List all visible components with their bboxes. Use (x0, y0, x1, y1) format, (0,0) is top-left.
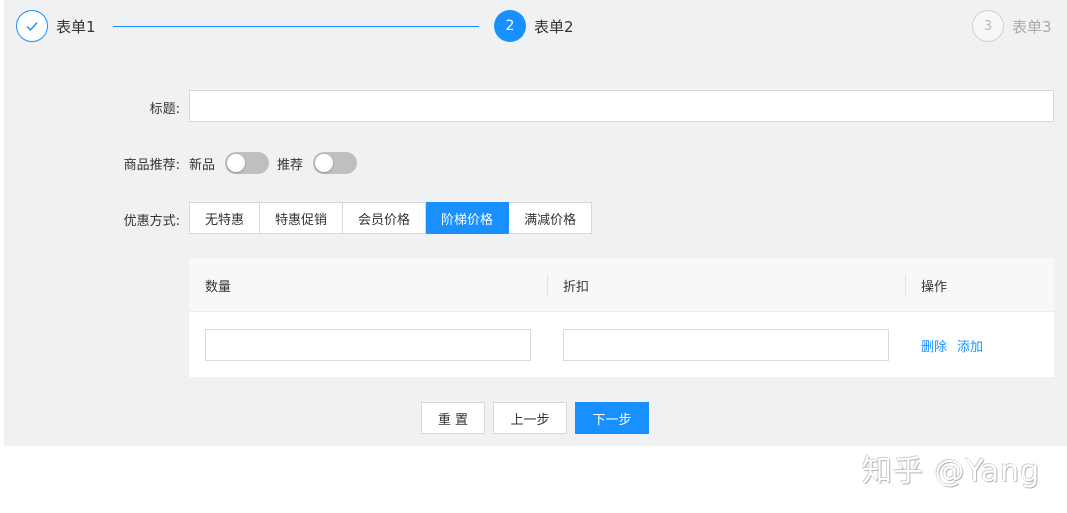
reset-button[interactable]: 重 置 (421, 402, 485, 434)
step-2-number: 2 (494, 10, 526, 42)
quantity-input[interactable] (205, 329, 531, 361)
discount-input[interactable] (563, 329, 889, 361)
column-actions: 操作 (921, 279, 948, 295)
step-3-label: 表单3 (1012, 17, 1052, 36)
discount-segmented-control: 无特惠 特惠促销 会员价格 阶梯价格 满减价格 (189, 202, 593, 234)
title-label: 标题: (149, 102, 180, 117)
table-header: 数量 折扣 操作 (189, 258, 1054, 312)
step-3: 3 表单3 (972, 10, 1052, 42)
recommend-label: 商品推荐: (123, 158, 180, 173)
tier-table: 数量 折扣 操作 删除 添加 (189, 258, 1054, 377)
column-quantity: 数量 (205, 279, 232, 295)
toggle-new-label: 新品 (189, 158, 216, 173)
check-icon (16, 10, 48, 42)
discount-option-member[interactable]: 会员价格 (343, 202, 427, 234)
title-input[interactable] (189, 90, 1054, 122)
discount-option-tiered[interactable]: 阶梯价格 (426, 202, 510, 234)
delete-row-link[interactable]: 删除 (921, 336, 947, 355)
step-connector (113, 26, 479, 27)
prev-step-button[interactable]: 上一步 (493, 402, 567, 434)
step-2-label: 表单2 (534, 17, 574, 36)
column-discount: 折扣 (563, 279, 590, 295)
toggle-new-switch[interactable] (225, 152, 269, 174)
column-divider (547, 274, 548, 296)
step-3-number: 3 (972, 10, 1004, 42)
discount-option-fullreduce[interactable]: 满减价格 (509, 202, 593, 234)
step-1: 表单1 (16, 10, 96, 42)
discount-option-none[interactable]: 无特惠 (189, 202, 261, 234)
add-row-link[interactable]: 添加 (957, 336, 983, 355)
step-2: 2 表单2 (494, 10, 574, 42)
column-divider (905, 274, 906, 296)
switch-knob (227, 154, 245, 172)
switch-knob (315, 154, 333, 172)
next-step-button[interactable]: 下一步 (575, 402, 649, 434)
discount-option-promo[interactable]: 特惠促销 (260, 202, 344, 234)
toggle-recommend-label: 推荐 (277, 158, 304, 173)
toggle-recommend-switch[interactable] (313, 152, 357, 174)
step-1-label: 表单1 (56, 17, 96, 36)
watermark: 知乎 @Yang (862, 454, 1041, 489)
discount-label: 优惠方式: (123, 214, 180, 229)
